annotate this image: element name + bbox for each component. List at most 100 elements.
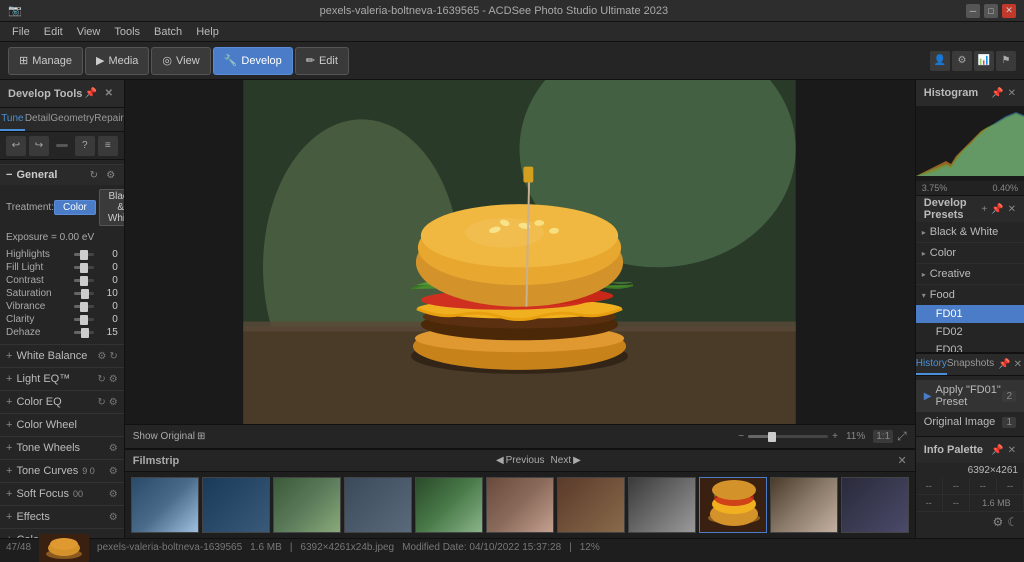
thumb-5[interactable] — [415, 477, 483, 533]
saturation-slider[interactable] — [74, 292, 94, 295]
tc-gear-icon[interactable]: ⚙ — [109, 466, 118, 477]
thumb-10[interactable] — [841, 477, 909, 533]
highlights-slider[interactable] — [74, 253, 94, 256]
hist-close-icon[interactable]: ✕ — [1008, 88, 1016, 99]
edit-btn[interactable]: ✏ Edit — [295, 47, 349, 75]
leq-refresh-icon[interactable]: ↻ — [97, 374, 105, 385]
thumb-active[interactable] — [699, 477, 767, 533]
sf-gear-icon[interactable]: ⚙ — [109, 489, 118, 500]
tone-curves-header[interactable]: + Tone Curves 9 0 ⚙ — [0, 460, 124, 482]
wb-gear-icon[interactable]: ⚙ — [97, 351, 106, 362]
leq-gear-icon[interactable]: ⚙ — [109, 374, 118, 385]
tab-snapshots[interactable]: Snapshots — [947, 354, 994, 375]
info-close-icon[interactable]: ✕ — [1008, 445, 1016, 456]
soft-focus-header[interactable]: + Soft Focus 00 ⚙ — [0, 483, 124, 505]
close-btn[interactable]: ✕ — [1002, 4, 1016, 18]
preset-fd03[interactable]: FD03 — [916, 341, 1024, 352]
effects-header[interactable]: + Effects ⚙ — [0, 506, 124, 528]
fit-icon[interactable]: ⤢ — [897, 429, 907, 444]
vibrance-thumb[interactable] — [80, 302, 88, 312]
color-eq-header[interactable]: + Color EQ ↻ ⚙ — [0, 391, 124, 413]
tab-detail[interactable]: Detail — [25, 108, 51, 131]
contrast-slider[interactable] — [74, 279, 94, 282]
develop-btn[interactable]: 🔧 Develop — [213, 47, 293, 75]
menu-edit[interactable]: Edit — [38, 22, 69, 41]
user-icon[interactable]: 👤 — [930, 51, 950, 71]
thumb-3[interactable] — [273, 477, 341, 533]
fill-light-slider[interactable] — [74, 266, 94, 269]
settings-icon[interactable]: ⚙ — [952, 51, 972, 71]
preset-fd01[interactable]: FD01 — [916, 305, 1024, 323]
history-close-icon[interactable]: ✕ — [1014, 359, 1022, 370]
help-icon[interactable]: ? — [75, 136, 95, 156]
thumb-1[interactable] — [131, 477, 199, 533]
preset-group-bw-header[interactable]: Black & White — [916, 222, 1024, 242]
preset-group-food-header[interactable]: Food — [916, 285, 1024, 305]
color-treatment-btn[interactable]: Color — [54, 200, 96, 215]
wb-refresh-icon[interactable]: ↻ — [109, 351, 117, 362]
thumb-8[interactable] — [628, 477, 696, 533]
tw-gear-icon[interactable]: ⚙ — [109, 443, 118, 454]
menu-tools[interactable]: Tools — [108, 22, 146, 41]
clarity-thumb[interactable] — [80, 315, 88, 325]
ceq-gear-icon[interactable]: ⚙ — [109, 397, 118, 408]
vibrance-slider[interactable] — [74, 305, 94, 308]
manage-btn[interactable]: ⊞ Manage — [8, 47, 83, 75]
filmstrip-close-btn[interactable]: ✕ — [898, 454, 907, 467]
white-balance-header[interactable]: + White Balance ⚙ ↻ — [0, 345, 124, 367]
tab-tune[interactable]: Tune — [0, 108, 25, 131]
menu-icon[interactable]: ≡ — [98, 136, 118, 156]
menu-view[interactable]: View — [71, 22, 107, 41]
dehaze-slider[interactable] — [74, 331, 94, 334]
dehaze-thumb[interactable] — [81, 328, 89, 338]
presets-add-icon[interactable]: + — [981, 204, 987, 215]
gear-icon[interactable]: ⚙ — [104, 168, 118, 182]
chart-icon[interactable]: 📊 — [974, 51, 994, 71]
tone-wheels-header[interactable]: + Tone Wheels ⚙ — [0, 437, 124, 459]
tab-history[interactable]: History — [916, 354, 947, 375]
exposure-slider-top[interactable] — [56, 144, 68, 147]
eff-gear-icon[interactable]: ⚙ — [109, 512, 118, 523]
prev-btn[interactable]: ◀ Previous — [496, 455, 545, 466]
bw-treatment-btn[interactable]: Black & White — [99, 189, 124, 226]
presets-close-icon[interactable]: ✕ — [1008, 204, 1016, 215]
history-pin-icon[interactable]: 📌 — [998, 359, 1010, 370]
redo-icon[interactable]: ↪ — [29, 136, 49, 156]
presets-pin-icon[interactable]: 📌 — [991, 204, 1003, 215]
info-moon-icon[interactable]: ☾ — [1007, 515, 1018, 529]
refresh-icon[interactable]: ↻ — [87, 168, 101, 182]
thumb-9[interactable] — [770, 477, 838, 533]
close-panel-icon[interactable]: ✕ — [102, 87, 116, 101]
zoom-thumb[interactable] — [768, 432, 776, 442]
flag-icon[interactable]: ⚑ — [996, 51, 1016, 71]
preset-group-creative-header[interactable]: Creative — [916, 264, 1024, 284]
zoom-out-icon[interactable]: − — [738, 431, 744, 442]
preset-group-color-header[interactable]: Color — [916, 243, 1024, 263]
thumb-4[interactable] — [344, 477, 412, 533]
light-eq-header[interactable]: + Light EQ™ ↻ ⚙ — [0, 368, 124, 390]
highlights-thumb[interactable] — [80, 250, 88, 260]
saturation-thumb[interactable] — [81, 289, 89, 299]
thumb-2[interactable] — [202, 477, 270, 533]
color-wheel-header[interactable]: + Color Wheel — [0, 414, 124, 436]
next-btn[interactable]: Next ▶ — [551, 455, 581, 466]
tab-geometry[interactable]: Geometry — [50, 108, 94, 131]
view-btn[interactable]: ◎ View — [151, 47, 210, 75]
tab-repair[interactable]: Repair — [94, 108, 123, 131]
pin-icon[interactable]: 📌 — [84, 87, 98, 101]
media-btn[interactable]: ▶ Media — [85, 47, 149, 75]
zoom-slider[interactable] — [748, 435, 828, 438]
menu-help[interactable]: Help — [190, 22, 225, 41]
ceq-refresh-icon[interactable]: ↻ — [97, 397, 105, 408]
history-item-2[interactable]: Original Image 1 — [916, 412, 1024, 432]
info-settings-icon[interactable]: ⚙ — [992, 515, 1003, 529]
general-section-header[interactable]: − General ↻ ⚙ — [0, 164, 124, 185]
thumb-7[interactable] — [557, 477, 625, 533]
preset-fd02[interactable]: FD02 — [916, 323, 1024, 341]
menu-batch[interactable]: Batch — [148, 22, 188, 41]
show-original-btn[interactable]: Show Original ⊞ — [133, 431, 206, 442]
menu-file[interactable]: File — [6, 22, 36, 41]
contrast-thumb[interactable] — [80, 276, 88, 286]
thumb-6[interactable] — [486, 477, 554, 533]
hist-pin-icon[interactable]: 📌 — [991, 88, 1003, 99]
